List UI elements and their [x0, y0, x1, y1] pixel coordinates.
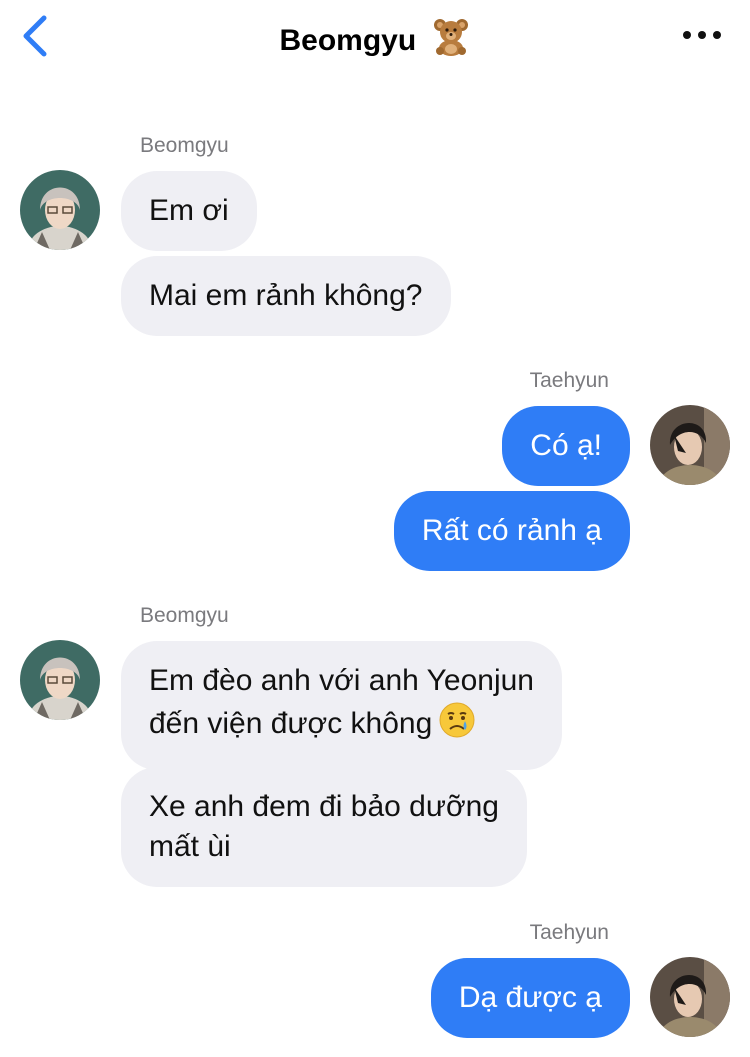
- message-text: Mai em rảnh không?: [149, 279, 423, 312]
- avatar[interactable]: [650, 405, 730, 485]
- message-text-line: đến viện được không: [149, 707, 433, 740]
- sender-name: Taehyun: [529, 369, 609, 392]
- page-title[interactable]: Beomgyu: [0, 18, 750, 64]
- contact-name: Beomgyu: [279, 24, 417, 57]
- more-horizontal-icon: [683, 31, 721, 39]
- message-text: Rất có rảnh ạ: [421, 514, 602, 547]
- message-bubble[interactable]: Xe anh đem đi bảo dưỡng mất ùi: [121, 767, 527, 887]
- message-text-line-with-emoji: đến viện được không: [149, 701, 534, 750]
- chat-header: Beomgyu: [0, 0, 750, 80]
- crying-face-icon: [438, 701, 476, 750]
- message-bubble[interactable]: Rất có rảnh ạ: [393, 491, 630, 571]
- more-options-button[interactable]: [680, 20, 724, 50]
- message-text: Có ạ!: [530, 429, 602, 462]
- avatar[interactable]: [20, 640, 100, 720]
- teddy-bear-icon: [431, 18, 471, 64]
- message-bubble[interactable]: Em đèo anh với anh Yeonjun đến viện được…: [121, 641, 562, 770]
- avatar[interactable]: [20, 170, 100, 250]
- message-text: Em ơi: [149, 194, 229, 227]
- message-text-line: mất ùi: [149, 830, 231, 863]
- sender-name: Beomgyu: [140, 604, 229, 627]
- message-bubble[interactable]: Em ơi: [121, 171, 257, 251]
- sender-name: Beomgyu: [140, 134, 229, 157]
- message-text: Dạ được ạ: [458, 981, 602, 1014]
- message-bubble[interactable]: Mai em rảnh không?: [121, 256, 451, 336]
- message-bubble[interactable]: Có ạ!: [502, 406, 630, 486]
- sender-name: Taehyun: [529, 921, 609, 944]
- message-bubble[interactable]: Dạ được ạ: [430, 958, 630, 1038]
- message-text-line: Xe anh đem đi bảo dưỡng: [149, 790, 499, 823]
- message-text-line: Em đèo anh với anh Yeonjun: [149, 664, 534, 697]
- avatar[interactable]: [650, 957, 730, 1037]
